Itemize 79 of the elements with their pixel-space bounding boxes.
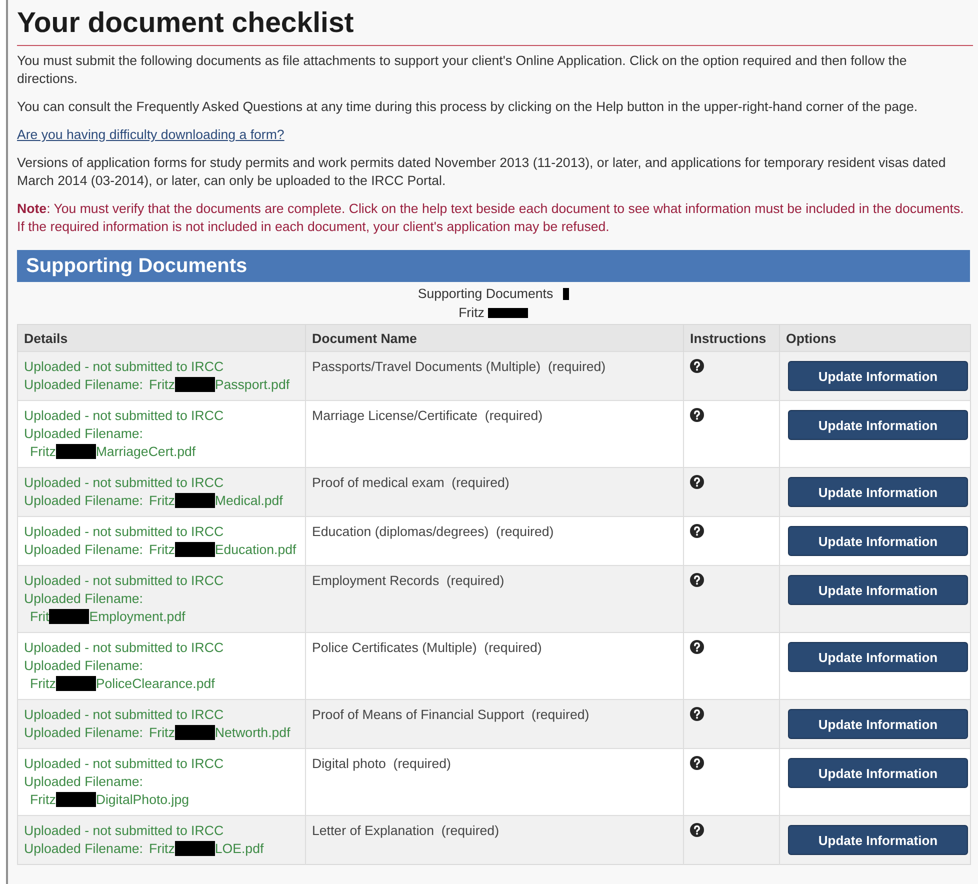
paragraph-text: You can consult the Frequently Asked Questions at any time during this process by clicking on the Help button in the upper-right-hand corner of the page. [17,98,919,116]
redaction-bar [174,377,215,392]
help-icon[interactable] [690,475,704,489]
help-icon[interactable] [690,573,704,587]
filename-text: Fritz [149,377,175,392]
column-header: Document Name [306,324,684,352]
filename-label: Uploaded Filename: [24,542,144,557]
redaction-bar [488,308,528,318]
filename-text: DigitalPhoto.jpg [96,792,189,807]
filename-text: Fritz [30,444,56,459]
filename-text: Fritz [149,493,175,508]
help-icon[interactable] [690,707,704,721]
status-text: Uploaded - not submitted to IRCC [24,572,225,590]
caption-text: Supporting Documents [418,285,554,303]
redaction-bar [174,725,215,740]
section-header: Supporting Documents [17,250,970,282]
redaction-bar [49,609,90,624]
update-button[interactable]: Update Information [788,709,968,739]
column-header: Instructions [684,324,780,352]
help-icon[interactable] [690,359,704,373]
status-text: Uploaded - not submitted to IRCC [24,755,225,773]
filename-text: Networth.pdf [214,725,290,740]
update-button[interactable]: Update Information [788,642,968,672]
filename-label: Uploaded Filename: [24,377,144,392]
filename-text: Fritz [30,676,56,691]
status-text: Uploaded - not submitted to IRCC [24,474,225,492]
filename-label: Uploaded Filename: [24,725,144,740]
redaction-bar [174,841,215,856]
filename-label: Uploaded Filename: [24,591,144,606]
help-icon[interactable] [690,756,704,770]
help-icon[interactable] [690,408,704,422]
filename-text: Passport.pdf [214,377,290,392]
help-icon[interactable] [690,524,704,538]
update-button[interactable]: Update Information [788,758,968,788]
help-icon[interactable] [690,640,704,654]
filename-text: PoliceClearance.pdf [96,676,215,691]
filename-text: MarriageCert.pdf [96,444,196,459]
filename-text: Employment.pdf [89,609,186,624]
status-text: Uploaded - not submitted to IRCC [24,523,225,541]
status-text: Uploaded - not submitted to IRCC [24,822,225,840]
redaction-bar [56,444,96,459]
update-button[interactable]: Update Information [788,575,968,605]
filename-text: Education.pdf [214,542,296,557]
filename-text: Fritz [149,841,175,856]
table-cell: Letter of Explanation (required) [306,816,684,864]
status-text: Uploaded - not submitted to IRCC [24,407,225,425]
redaction-bar [56,676,96,691]
paragraph-text: You must submit the following documents as file attachments to support your client's Online Application. Click on the option required and then follow the directions. [17,52,908,88]
filename-text: Fritz [149,542,175,557]
help-icon[interactable] [690,823,704,837]
filename-text: Frit [30,609,50,624]
redaction-bar [174,493,215,508]
update-button[interactable]: Update Information [788,526,968,556]
caption-text: Fritz [458,304,484,322]
note-text: Note: You must verify that the documents are complete. Click on the help text beside each document to see what information must be included in the documents. If the required information is not included in each document, your client's application may be refused. [17,200,965,236]
update-button[interactable]: Update Information [788,477,968,507]
filename-text: Medical.pdf [214,493,283,508]
filename-text: LOE.pdf [214,841,264,856]
update-button[interactable]: Update Information [788,825,968,855]
column-header: Details [18,324,306,352]
filename-label: Uploaded Filename: [24,774,144,789]
redaction-bar [56,792,96,807]
column-header: Options [780,324,970,352]
filename-label: Uploaded Filename: [24,493,144,508]
redaction-bar [174,542,215,557]
filename-text: Fritz [149,725,175,740]
filename-label: Uploaded Filename: [24,841,144,856]
update-button[interactable]: Update Information [788,410,968,440]
status-text: Uploaded - not submitted to IRCC [24,639,225,657]
status-text: Uploaded - not submitted to IRCC [24,706,225,724]
update-button[interactable]: Update Information [788,361,968,391]
redaction-bar [563,288,570,300]
paragraph-text: Versions of application forms for study permits and work permits dated November 2013 (11-2013), or later, and applications for temporary resident visas dated March 2014 (03-2014), or later, can only be uploaded to the IRCC Portal. [17,154,947,190]
help-link[interactable]: Are you having difficulty downloading a form? [17,127,284,142]
filename-label: Uploaded Filename: [24,658,144,673]
status-text: Uploaded - not submitted to IRCC [24,358,225,376]
filename-label: Uploaded Filename: [24,426,144,441]
page-title: Your document checklist [17,6,355,40]
filename-text: Fritz [30,792,56,807]
